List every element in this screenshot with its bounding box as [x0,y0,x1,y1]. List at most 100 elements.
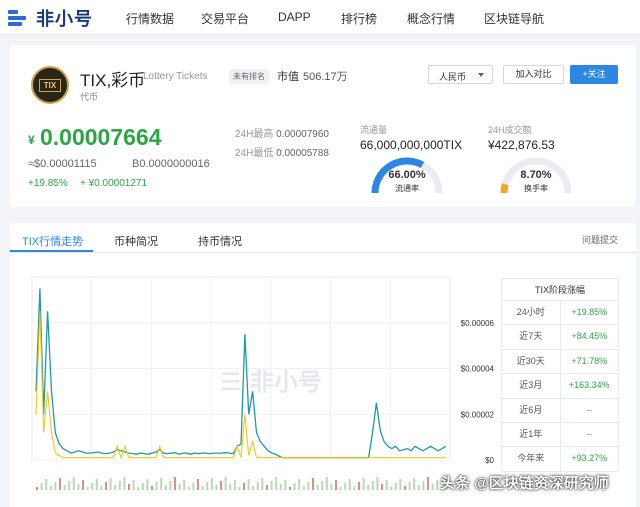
tab-price-trend[interactable]: TIX行情走势 [22,233,83,249]
volume-bar [86,487,89,490]
period-change-title: TIX阶段涨幅 [501,279,619,301]
circulation-rate-label: 流通率 [395,184,419,193]
market-cap-label: 市值 [277,71,299,83]
volume-bar [376,477,379,490]
volume-bar [215,485,218,490]
volume-bar [399,479,402,490]
turnover-rate-label: 换手率 [524,184,548,193]
price-chart[interactable]: $0.00006 $0.00004 $0.00002 $0 ☰ 非小号 [30,275,500,490]
volume-bar [118,481,121,490]
volume-label: 24H成交额 [488,125,532,135]
period-change-value: +71.78% [571,355,608,366]
volume-bar [312,478,314,490]
period-label: 24小时 [502,301,561,325]
low-24h: 24H最低 0.00005788 [235,148,329,159]
volume-bar [82,480,84,490]
volume-bar [77,484,80,490]
period-change-row: 今年来 +93.27% [501,447,619,472]
price-change-absolute: + ¥0.00001271 [80,178,148,189]
nav-item-exchanges[interactable]: 交易平台 [201,10,249,27]
y-tick-label: $0 [485,456,494,465]
follow-button[interactable]: +关注 [570,65,618,84]
volume-bar [321,481,324,490]
currency-select-value: 人民币 [439,72,467,82]
tab-holdings[interactable]: 持币情况 [198,233,242,249]
volume-bar [427,477,429,490]
volume-bar [298,479,301,490]
volume-bar [344,483,347,490]
volume-bar [256,482,259,490]
volume-bar [137,487,140,490]
brand-logo[interactable]: 非小号 [8,5,93,31]
volume-bar [289,487,291,490]
volume-bar [72,477,75,490]
volume-bar [183,480,186,490]
price-btc: B0.0000000016 [132,158,210,170]
volume-bar [238,487,241,490]
volume-bar [335,480,337,490]
period-label: 近1年 [502,422,561,447]
volume-bar [339,487,342,490]
circulation-rate-value: 66.00% [388,169,426,181]
nav-item-dapp[interactable]: DAPP [278,10,311,24]
volume-bar [169,481,172,490]
volume-bar [206,482,209,490]
nav-item-blockchain-nav[interactable]: 区块链导航 [484,10,544,27]
y-tick-label: $0.00002 [461,410,495,419]
volume-bar [40,483,43,490]
volume-bar [385,480,388,490]
price-usd: ≈$0.00001115 [28,158,97,170]
volume-bar [164,485,167,490]
volume-bar [174,477,176,490]
volume-bar [279,484,282,490]
volume-bar [201,486,204,490]
nav-item-concepts[interactable]: 概念行情 [407,10,455,27]
brand-mark-icon [8,8,32,28]
high-24h: 24H最高 0.00007960 [235,129,329,140]
coin-en-name: Lottery Tickets [143,71,208,82]
volume-bar [151,486,153,490]
period-label: 近7天 [502,325,561,349]
volume-bar [233,480,236,490]
volume-bar [422,481,425,490]
period-label: 近3月 [502,374,561,398]
supply-value: 66,000,000,000TIX [360,138,463,152]
volume-bar [146,479,149,490]
volume-bar [367,485,370,490]
period-change-table: TIX阶段涨幅 24小时 +19.85% 近7天 +84.45% 近30天 +71.78%… [501,278,619,472]
rank-badge: 未有排名 [229,69,269,84]
volume-bar [266,485,268,490]
volume-bar [247,479,250,490]
volume-bar [59,478,61,490]
volume-bar [316,485,319,490]
volume-bar [105,482,107,490]
tab-coin-profile[interactable]: 币种简况 [114,233,158,249]
volume-bar [302,486,305,490]
volume-bar [252,486,255,490]
volume-bar [54,482,57,490]
top-nav: 非小号 行情数据 交易平台 DAPP 排行榜 概念行情 区块链导航 [0,0,640,35]
volume-bar [436,480,439,490]
feedback-link[interactable]: 问题提交 [582,233,618,246]
period-change-value: +93.27% [571,453,608,464]
volume-bar [229,484,232,490]
nav-item-rankings[interactable]: 排行榜 [341,10,377,27]
coin-header-card: TIX TIX,彩币 Lottery Tickets 代币 未有排名 市值 50… [10,45,636,207]
volume-bar [109,478,112,490]
volume-bar [284,480,287,490]
volume-bar [371,481,374,490]
add-compare-button[interactable]: 加入对比 [503,65,564,84]
period-label: 近30天 [502,349,561,374]
period-change-value: -- [586,404,593,415]
volume-bar [348,479,351,490]
period-change-row: 24小时 +19.85% [501,301,619,326]
volume-bar [261,478,264,490]
volume-bar [408,482,411,490]
volume-bar [160,478,163,490]
price-change-percent: +19.85% [28,178,68,189]
y-tick-label: $0.00006 [461,319,495,328]
nav-item-market[interactable]: 行情数据 [126,10,174,27]
currency-select[interactable]: 人民币 [428,65,493,84]
volume-bar [330,484,333,490]
price-main: 0.00007664 [40,124,162,150]
